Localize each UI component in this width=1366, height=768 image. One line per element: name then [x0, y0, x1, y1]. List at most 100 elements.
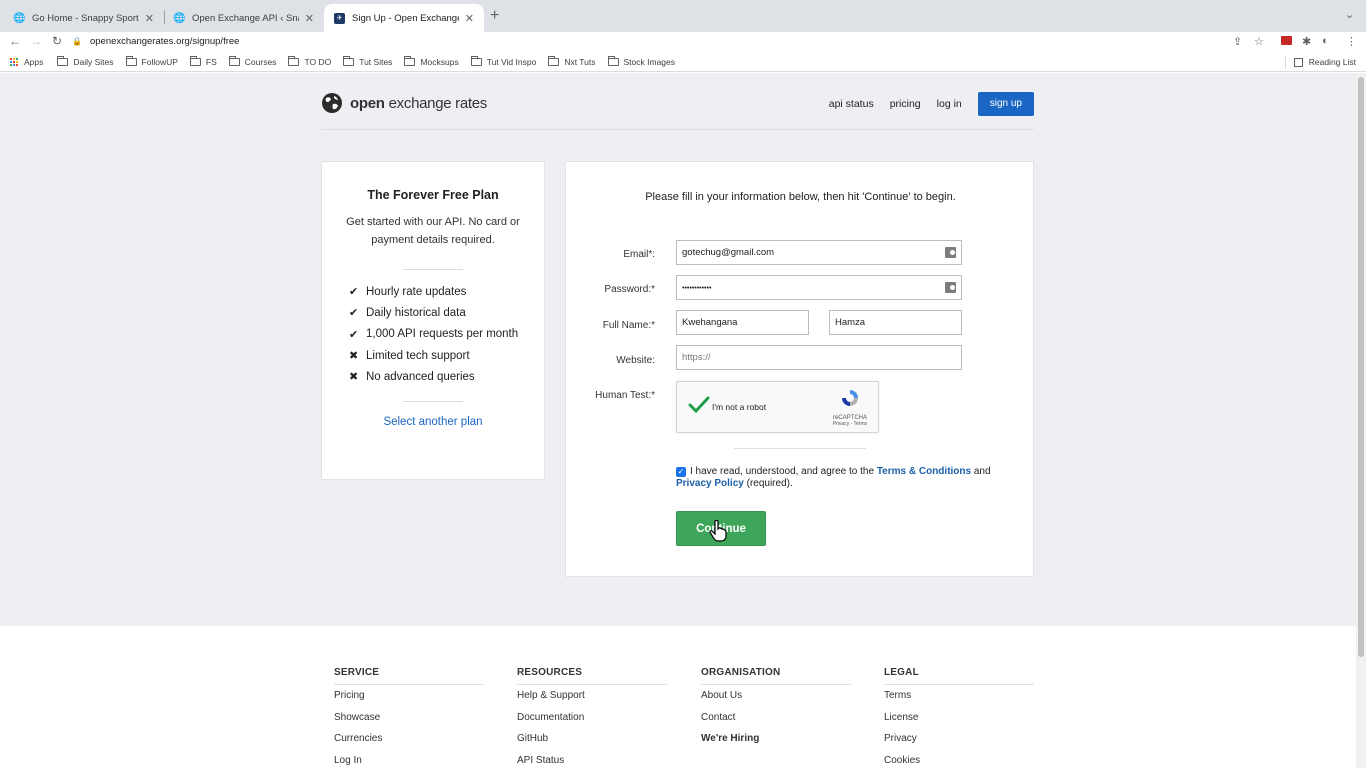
back-icon[interactable]: ←: [9, 34, 21, 48]
logo-text: exchange rates: [388, 94, 488, 112]
footer-link-hiring[interactable]: We're Hiring: [701, 728, 851, 750]
plan-description: Get started with our API. No card or pay…: [346, 216, 520, 246]
forward-icon[interactable]: →: [30, 34, 42, 48]
bookmark-label: Daily Sites: [73, 57, 114, 67]
page-scrollbar[interactable]: [1356, 73, 1366, 768]
nav-log-in[interactable]: log in: [937, 98, 962, 110]
close-icon[interactable]: ✕: [145, 12, 154, 25]
close-icon[interactable]: ✕: [305, 12, 314, 25]
password-field[interactable]: ••••••••••••: [676, 275, 962, 300]
scrollbar-thumb[interactable]: [1358, 77, 1364, 657]
folder-icon: [228, 56, 240, 66]
footer-link-terms[interactable]: Terms: [884, 685, 1034, 707]
bookmark-followup[interactable]: FollowUP: [125, 56, 178, 67]
footer-link-currencies[interactable]: Currencies: [334, 728, 484, 750]
divider: [734, 448, 866, 449]
sign-up-button[interactable]: sign up: [977, 92, 1034, 116]
footer-link-documentation[interactable]: Documentation: [517, 707, 667, 729]
last-name-value: Hamza: [835, 317, 866, 328]
nav-pricing[interactable]: pricing: [890, 98, 921, 110]
menu-icon[interactable]: ⋮: [1346, 35, 1357, 48]
tab-go-home[interactable]: 🌐 Go Home - Snappy Sports ✕: [4, 4, 164, 32]
bookmark-apps[interactable]: Apps: [10, 57, 43, 67]
password-manager-icon[interactable]: [945, 247, 956, 258]
globe-icon: 🌐: [173, 12, 186, 24]
tab-open-exchange-api[interactable]: 🌐 Open Exchange API ‹ Snappy S ✕: [164, 4, 324, 32]
footer-link-api-status[interactable]: API Status: [517, 750, 667, 768]
tab-sign-up[interactable]: ✈ Sign Up - Open Exchange Rate ✕: [324, 4, 484, 32]
footer-link-help-support[interactable]: Help & Support: [517, 685, 667, 707]
first-name-field[interactable]: Kwehangana: [676, 310, 809, 335]
reload-icon[interactable]: ↻: [52, 34, 62, 48]
website-placeholder: https://: [682, 352, 711, 363]
bookmark-label: FollowUP: [141, 57, 178, 67]
profile-icon[interactable]: ◐: [1322, 35, 1329, 47]
footer-link-privacy[interactable]: Privacy: [884, 728, 1034, 750]
footer-link-github[interactable]: GitHub: [517, 728, 667, 750]
site-header: open exchange rates api status pricing l…: [321, 73, 1034, 130]
last-name-field[interactable]: Hamza: [829, 310, 962, 335]
website-label: Website:: [616, 355, 655, 366]
folder-icon: [607, 56, 619, 66]
divider: [403, 401, 463, 403]
recaptcha-links[interactable]: Privacy - Terms: [828, 421, 872, 427]
bookmark-mocksups[interactable]: Mocksups: [404, 56, 459, 67]
bookmark-daily-sites[interactable]: Daily Sites: [57, 56, 114, 67]
chevron-down-icon[interactable]: ⌄: [1345, 8, 1354, 21]
website-field[interactable]: https://: [676, 345, 962, 370]
logo-text-bold: open: [350, 94, 385, 112]
share-icon[interactable]: ⇪: [1233, 35, 1242, 48]
bookmark-todo[interactable]: TO DO: [288, 56, 331, 67]
password-manager-icon[interactable]: [945, 282, 956, 293]
form-intro: Please fill in your information below, t…: [645, 191, 956, 203]
terms-required: (required).: [746, 478, 793, 489]
bookmarks-bar: Apps Daily Sites FollowUP FS Courses TO …: [0, 53, 1366, 72]
reading-list-button[interactable]: Reading List: [1293, 57, 1356, 67]
privacy-policy-link[interactable]: Privacy Policy: [676, 478, 744, 489]
footer-link-about-us[interactable]: About Us: [701, 685, 851, 707]
footer-column-legal: LEGAL Terms License Privacy Cookies: [884, 667, 1034, 768]
bookmark-label: Tut Sites: [359, 57, 393, 67]
new-tab-icon[interactable]: +: [490, 7, 499, 25]
bookmark-tut-vid-inspo[interactable]: Tut Vid Inspo: [470, 56, 536, 67]
footer-link-contact[interactable]: Contact: [701, 707, 851, 729]
page-viewport: open exchange rates api status pricing l…: [0, 73, 1356, 768]
bookmark-separator: [1285, 56, 1286, 69]
recaptcha-widget: I'm not a robot reCAPTCHA Privacy - Term…: [676, 381, 879, 433]
select-another-plan-link[interactable]: Select another plan: [322, 416, 544, 428]
puzzle-icon[interactable]: ✱: [1302, 35, 1311, 48]
plan-title: The Forever Free Plan: [367, 188, 499, 202]
footer-link-license[interactable]: License: [884, 707, 1034, 729]
password-value: ••••••••••••: [682, 285, 712, 292]
email-field[interactable]: gotechug@gmail.com: [676, 240, 962, 265]
footer-column-organisation: ORGANISATION About Us Contact We're Hiri…: [701, 667, 851, 750]
footer-link-pricing[interactable]: Pricing: [334, 685, 484, 707]
bookmark-stock-images[interactable]: Stock Images: [607, 56, 676, 67]
address-bar[interactable]: 🔒 openexchangerates.org/signup/free: [72, 32, 1282, 50]
star-icon[interactable]: ☆: [1254, 35, 1264, 48]
footer-link-log-in[interactable]: Log In: [334, 750, 484, 768]
recaptcha-brand: reCAPTCHA Privacy - Terms: [828, 388, 872, 427]
tab-title: Sign Up - Open Exchange Rate: [352, 12, 459, 24]
bookmark-fs[interactable]: FS: [189, 56, 217, 67]
folder-icon: [288, 56, 300, 66]
feature-text: Daily historical data: [366, 306, 466, 319]
terms-conditions-link[interactable]: Terms & Conditions: [877, 466, 971, 477]
feature-text: Limited tech support: [366, 349, 470, 362]
folder-icon: [57, 56, 69, 66]
bookmark-label: Stock Images: [623, 57, 676, 67]
checkmark-icon[interactable]: [688, 394, 710, 416]
nav-api-status[interactable]: api status: [829, 98, 874, 110]
close-icon[interactable]: ✕: [465, 12, 474, 25]
lock-icon[interactable]: 🔒: [72, 37, 82, 46]
extension-icon[interactable]: [1281, 36, 1292, 45]
bookmark-tut-sites[interactable]: Tut Sites: [343, 56, 393, 67]
folder-icon: [470, 56, 482, 66]
footer-link-showcase[interactable]: Showcase: [334, 707, 484, 729]
terms-checkbox[interactable]: ✓: [676, 467, 686, 477]
bookmark-courses[interactable]: Courses: [228, 56, 276, 67]
site-logo[interactable]: open exchange rates: [321, 92, 487, 114]
bookmark-nxt-tuts[interactable]: Nxt Tuts: [548, 56, 596, 67]
site-nav: api status pricing log in sign up: [829, 92, 1034, 116]
footer-link-cookies[interactable]: Cookies: [884, 750, 1034, 768]
